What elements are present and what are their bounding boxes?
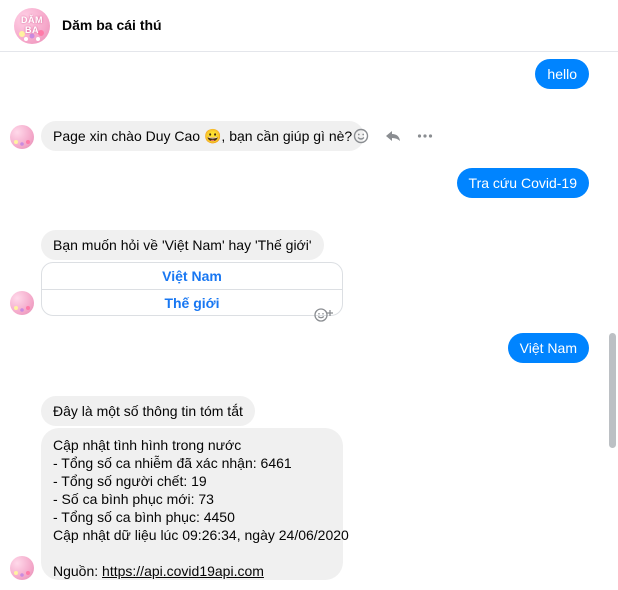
avatar-pattern-icon [14, 140, 30, 146]
reply-icon[interactable] [384, 127, 402, 145]
quick-replies: Việt Nam Thế giới [41, 262, 343, 316]
react-icon[interactable] [352, 127, 370, 145]
add-reaction-icon[interactable] [313, 307, 335, 328]
outgoing-message[interactable]: hello [535, 59, 589, 89]
summary-line: - Tổng số ca nhiễm đã xác nhận: 6461 [53, 455, 292, 471]
source-line: Nguồn: https://api.covid19api.com [53, 562, 331, 580]
incoming-message[interactable]: Đây là một số thông tin tóm tắt [41, 396, 255, 426]
summary-line: Cập nhật tình hình trong nước [53, 437, 242, 453]
sender-avatar[interactable] [10, 291, 34, 315]
outgoing-message[interactable]: Việt Nam [507, 333, 589, 363]
more-options-icon[interactable] [416, 127, 434, 145]
source-label: Nguồn: [53, 563, 103, 579]
sender-avatar[interactable] [10, 556, 34, 580]
summary-line: Cập nhật dữ liệu lúc 09:26:34, ngày 24/0… [53, 527, 349, 543]
incoming-message[interactable]: Page xin chào Duy Cao 😀, bạn cần giúp gì… [41, 121, 365, 151]
scrollbar-track[interactable] [606, 53, 618, 590]
scrollbar-thumb[interactable] [609, 333, 616, 448]
outgoing-message[interactable]: Tra cứu Covid-19 [456, 168, 589, 198]
message-list[interactable]: hello Page xin chào Duy Cao 😀, bạn cần g… [0, 53, 606, 590]
avatar-logo-text: DĂM BA [21, 15, 43, 35]
quick-reply-world[interactable]: Thế giới [42, 290, 342, 316]
message-actions [352, 127, 434, 145]
summary-line: - Số ca bình phục mới: 73 [53, 491, 214, 507]
summary-line: - Tổng số người chết: 19 [53, 473, 207, 489]
page-title[interactable]: Dăm ba cái thú [62, 17, 162, 33]
sender-avatar[interactable] [10, 125, 34, 149]
incoming-message-summary[interactable]: Cập nhật tình hình trong nước - Tổng số … [41, 428, 349, 580]
summary-spacer [53, 544, 331, 562]
page-avatar[interactable]: DĂM BA [14, 8, 50, 44]
chat-header: DĂM BA Dăm ba cái thú [0, 0, 618, 52]
avatar-pattern-icon [14, 571, 30, 577]
summary-line: - Tổng số ca bình phục: 4450 [53, 509, 235, 525]
incoming-message[interactable]: Bạn muốn hỏi về 'Việt Nam' hay 'Thế giới… [41, 230, 324, 260]
quick-reply-vietnam[interactable]: Việt Nam [42, 263, 342, 289]
avatar-pattern-icon [14, 306, 30, 312]
source-link[interactable]: https://api.covid19api.com [102, 563, 264, 579]
